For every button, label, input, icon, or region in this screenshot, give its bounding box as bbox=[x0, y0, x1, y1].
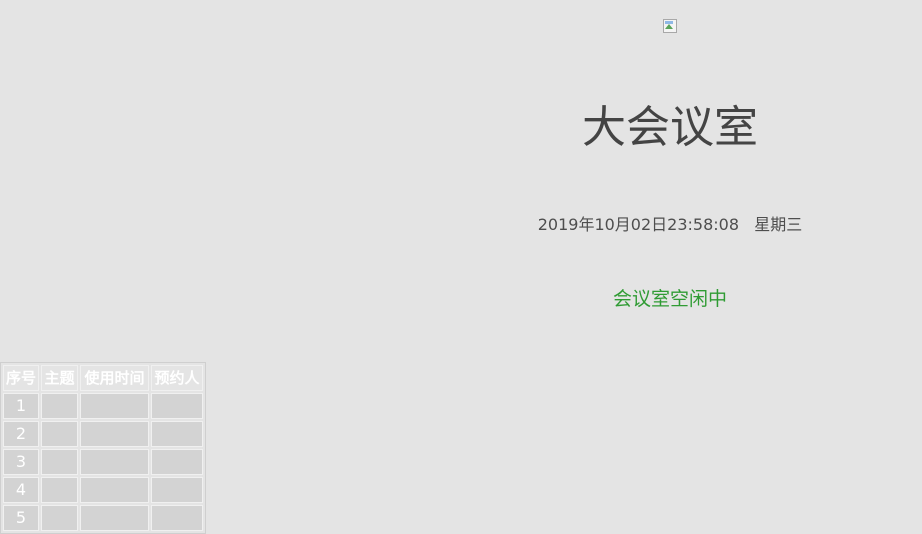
cell-time bbox=[80, 449, 149, 475]
cell-time bbox=[80, 477, 149, 503]
cell-time bbox=[80, 393, 149, 419]
table-row: 3 bbox=[3, 449, 203, 475]
table-row: 2 bbox=[3, 421, 203, 447]
cell-topic bbox=[41, 421, 78, 447]
header-topic: 主题 bbox=[41, 365, 78, 391]
header-person: 预约人 bbox=[151, 365, 203, 391]
cell-no: 3 bbox=[3, 449, 39, 475]
cell-person bbox=[151, 449, 203, 475]
cell-person bbox=[151, 505, 203, 531]
cell-no: 1 bbox=[3, 393, 39, 419]
cell-person bbox=[151, 393, 203, 419]
cell-time bbox=[80, 421, 149, 447]
cell-topic bbox=[41, 393, 78, 419]
current-datetime: 2019年10月02日23:58:08 星期三 bbox=[537, 215, 803, 234]
schedule-table: 序号 主题 使用时间 预约人 1 2 3 4 5 bbox=[0, 362, 206, 534]
cell-person bbox=[151, 477, 203, 503]
cell-topic bbox=[41, 449, 78, 475]
cell-no: 2 bbox=[3, 421, 39, 447]
cell-no: 5 bbox=[3, 505, 39, 531]
table-header-row: 序号 主题 使用时间 预约人 bbox=[3, 365, 203, 391]
header-no: 序号 bbox=[3, 365, 39, 391]
cell-topic bbox=[41, 505, 78, 531]
room-title: 大会议室 bbox=[582, 102, 758, 153]
cell-no: 4 bbox=[3, 477, 39, 503]
cell-person bbox=[151, 421, 203, 447]
header-time: 使用时间 bbox=[80, 365, 149, 391]
cell-topic bbox=[41, 477, 78, 503]
broken-image-icon bbox=[662, 18, 678, 34]
table-row: 4 bbox=[3, 477, 203, 503]
table-row: 1 bbox=[3, 393, 203, 419]
room-status: 会议室空闲中 bbox=[612, 288, 727, 310]
table-row: 5 bbox=[3, 505, 203, 531]
cell-time bbox=[80, 505, 149, 531]
